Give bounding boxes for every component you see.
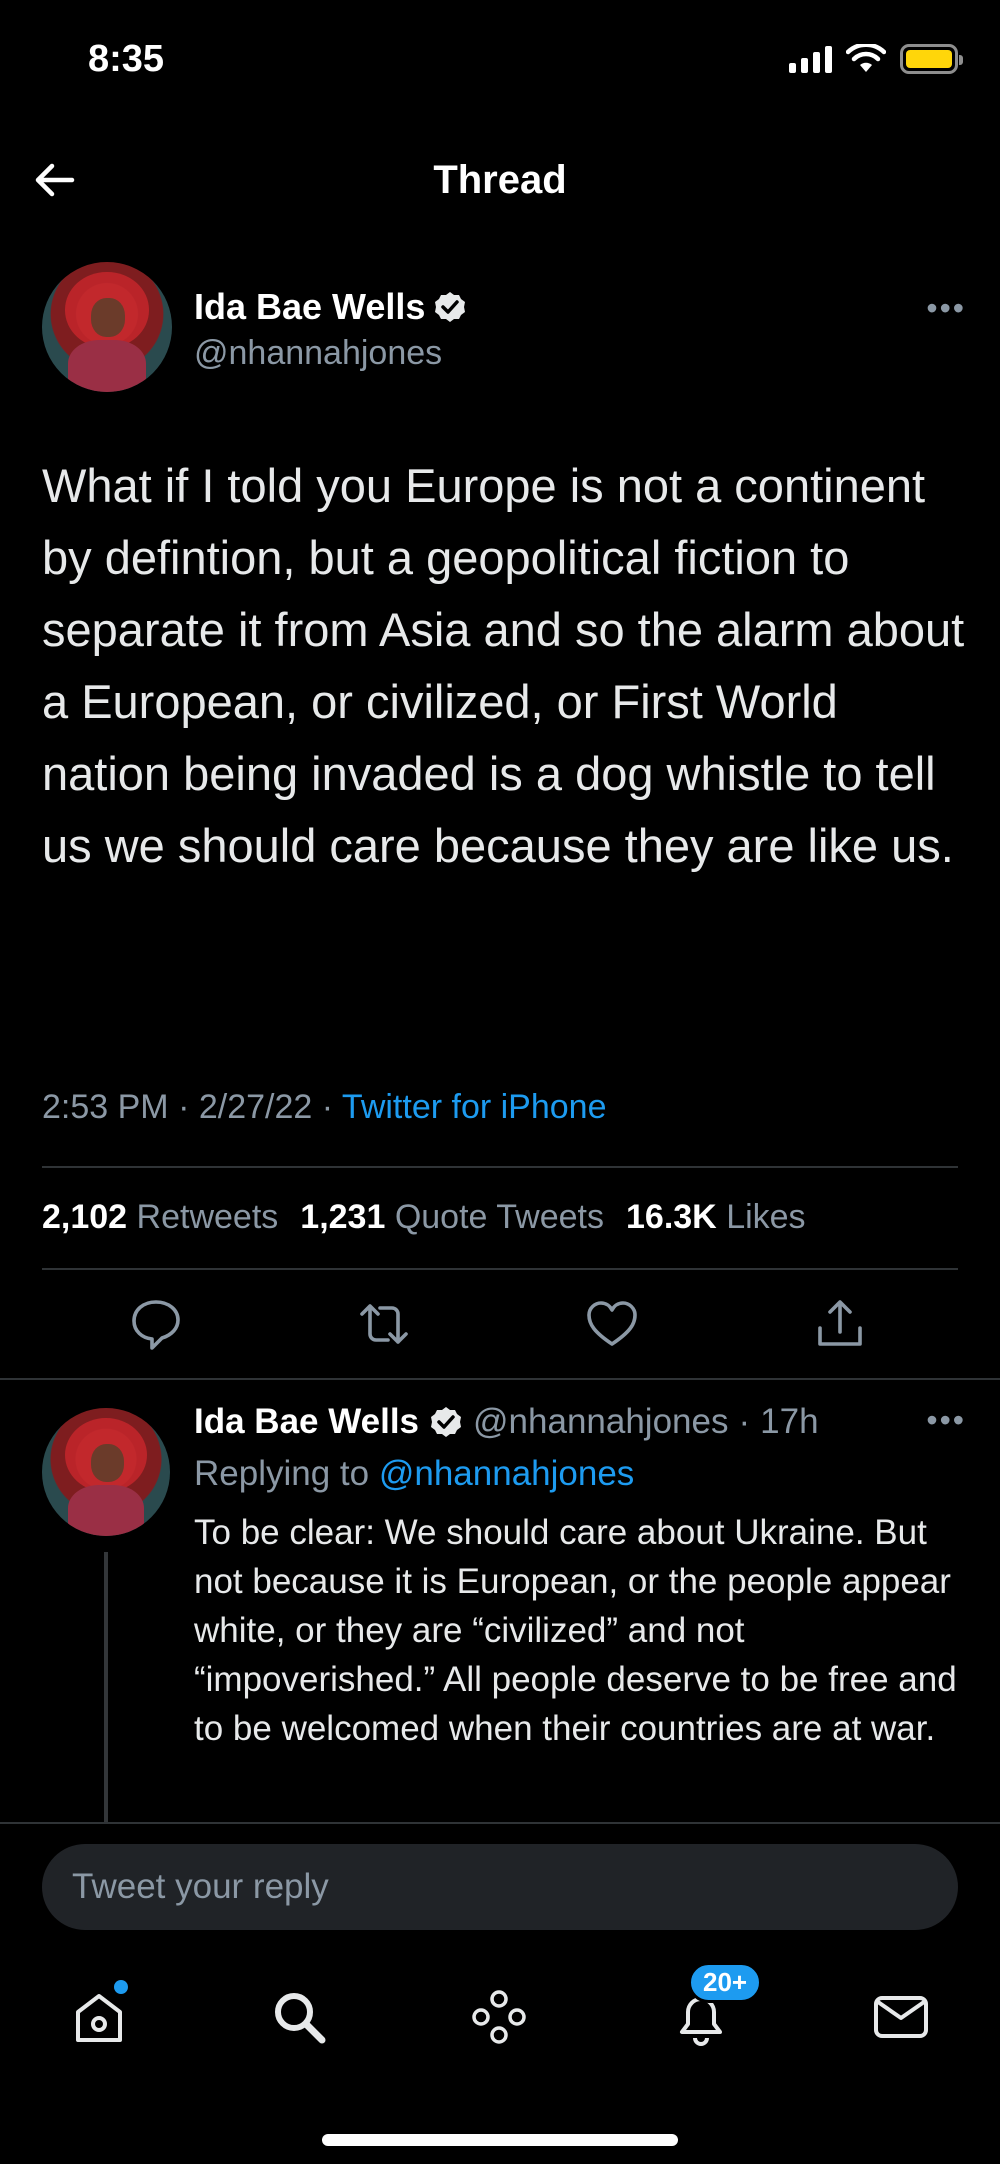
share-icon[interactable]	[812, 1296, 868, 1352]
like-icon[interactable]	[584, 1296, 640, 1352]
reply-header: Ida Bae Wells @nhannahjones · 17h	[194, 1402, 819, 1442]
likes-count: 16.3K	[626, 1198, 717, 1236]
more-options-icon[interactable]: •••	[926, 290, 966, 327]
wifi-icon	[846, 44, 886, 72]
status-time: 8:35	[88, 38, 165, 80]
more-options-icon[interactable]: •••	[926, 1402, 966, 1439]
thread-line	[104, 1552, 108, 1822]
meta-separator: ·	[178, 1088, 199, 1126]
tab-bar: 20+	[0, 1962, 1000, 2084]
page-title: Thread	[433, 158, 567, 202]
quotes-stat[interactable]: 1,231 Quote Tweets	[300, 1198, 604, 1237]
reply-input[interactable]	[42, 1844, 958, 1930]
tweet-source-link[interactable]: Twitter for iPhone	[342, 1088, 607, 1126]
verified-badge-icon	[435, 292, 466, 322]
replying-to: Replying to @nhannahjones	[194, 1454, 634, 1494]
verified-badge-icon	[431, 1407, 462, 1437]
reply-text: To be clear: We should care about Ukrain…	[194, 1513, 957, 1748]
avatar[interactable]	[42, 1408, 170, 1536]
spaces-icon[interactable]	[466, 1984, 532, 2050]
thread-header: Thread	[0, 140, 1000, 220]
quotes-count: 1,231	[300, 1198, 386, 1236]
meta-separator: ·	[321, 1088, 342, 1126]
meta-separator: ·	[738, 1402, 751, 1441]
divider	[42, 1166, 958, 1168]
battery-icon	[900, 44, 963, 74]
avatar[interactable]	[42, 262, 172, 392]
battery-fill	[906, 50, 952, 68]
divider	[42, 1268, 958, 1270]
bottom-bar: 20+	[0, 1822, 1000, 2164]
status-icons	[789, 44, 963, 74]
quotes-label: Quote Tweets	[394, 1198, 604, 1236]
messages-icon[interactable]	[868, 1984, 934, 2050]
home-indicator	[322, 2134, 678, 2146]
tweet-date: 2/27/22	[198, 1088, 313, 1126]
retweet-icon[interactable]	[356, 1296, 412, 1352]
reply-icon[interactable]	[128, 1296, 184, 1352]
signal-icon	[789, 45, 832, 73]
author-name[interactable]: Ida Bae Wells	[194, 1402, 419, 1442]
author-name-row[interactable]: Ida Bae Wells	[194, 286, 467, 328]
search-icon[interactable]	[266, 1984, 332, 2050]
tweet-time: 2:53 PM	[42, 1088, 169, 1126]
retweets-stat[interactable]: 2,102 Retweets	[42, 1198, 278, 1237]
likes-label: Likes	[726, 1198, 806, 1236]
tweet-meta: 2:53 PM · 2/27/22 · Twitter for iPhone	[42, 1088, 606, 1127]
retweets-label: Retweets	[136, 1198, 279, 1236]
home-notification-dot	[114, 1980, 128, 1994]
author-handle[interactable]: @nhannahjones	[473, 1402, 728, 1442]
author-handle[interactable]: @nhannahjones	[194, 334, 442, 373]
mention-link[interactable]: @nhannahjones	[379, 1454, 634, 1493]
retweets-count: 2,102	[42, 1198, 128, 1236]
tweet-age: 17h	[760, 1402, 819, 1441]
tweet-stats: 2,102 Retweets 1,231 Quote Tweets 16.3K …	[42, 1198, 806, 1237]
likes-stat[interactable]: 16.3K Likes	[626, 1198, 806, 1237]
notifications-badge: 20+	[688, 1962, 763, 2003]
status-bar: 8:35	[0, 0, 1000, 130]
replying-prefix: Replying to	[194, 1454, 370, 1493]
tweet-text: What if I told you Europe is not a conti…	[42, 459, 965, 872]
divider	[0, 1378, 1000, 1380]
tweet-actions	[0, 1272, 1000, 1372]
author-name[interactable]: Ida Bae Wells	[194, 286, 425, 328]
